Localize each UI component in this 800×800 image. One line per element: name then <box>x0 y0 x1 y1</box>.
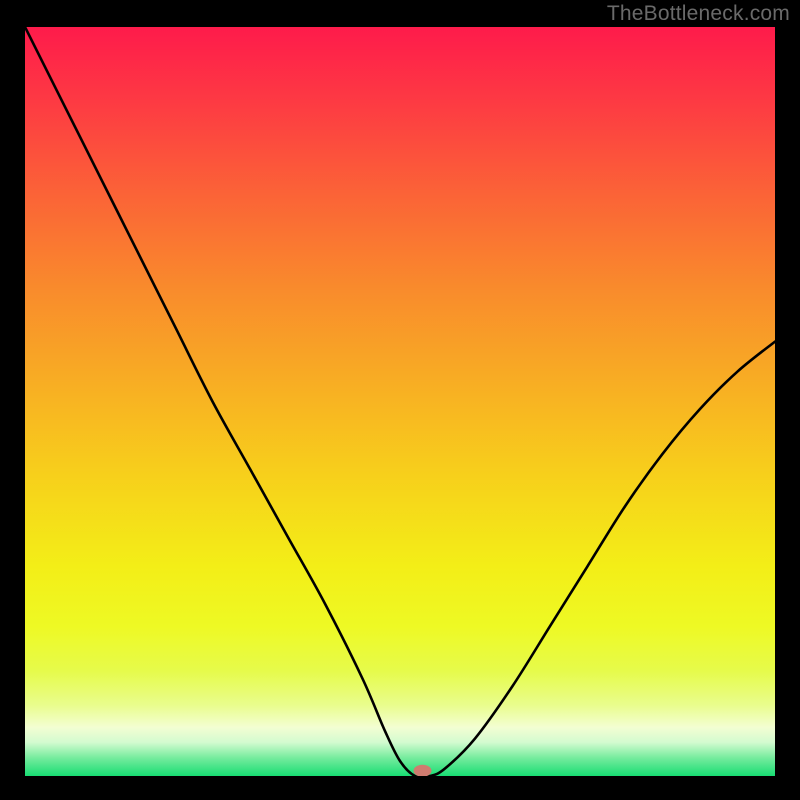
plot-area <box>25 27 775 776</box>
watermark-text: TheBottleneck.com <box>607 2 790 26</box>
chart-svg <box>25 27 775 776</box>
chart-frame: TheBottleneck.com <box>0 0 800 800</box>
gradient-background <box>25 27 775 776</box>
